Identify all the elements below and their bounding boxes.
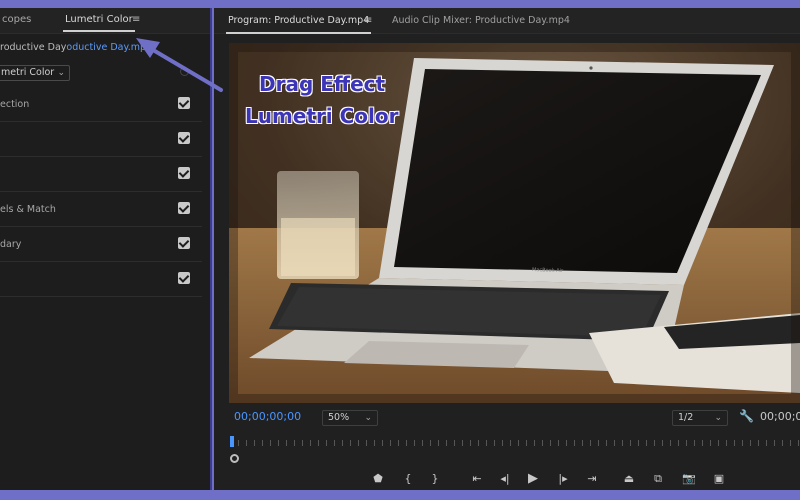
section-label: dary [0, 239, 22, 250]
section-label: ection [0, 99, 30, 110]
duration-timecode: 00;00;0 [760, 410, 800, 423]
section-color-wheels-match[interactable]: els & Match [0, 192, 202, 227]
program-tab-bar: Program: Productive Day.mp4 ≡ Audio Clip… [214, 8, 800, 34]
resolution-select[interactable]: 1/2 ⌄ [672, 410, 728, 426]
comparison-view-icon[interactable]: ▣ [709, 470, 729, 488]
section-checkbox[interactable] [178, 97, 190, 109]
program-menu-icon[interactable]: ≡ [364, 15, 372, 26]
overlay-caption-line2: Lumetri Color [245, 104, 399, 128]
mark-in-icon[interactable]: { [398, 470, 418, 488]
section-checkbox[interactable] [178, 272, 190, 284]
time-ruler[interactable] [230, 436, 800, 450]
tab-scopes[interactable]: copes [2, 14, 31, 25]
overlay-caption-line1: Drag Effect [259, 72, 386, 96]
section-curves[interactable] [0, 157, 202, 192]
section-vignette[interactable] [0, 262, 202, 297]
video-image: MacBook Air [229, 43, 800, 403]
section-label: els & Match [0, 204, 56, 215]
play-icon[interactable]: ▶ [523, 470, 543, 488]
clip-prefix: roductive Day [0, 42, 67, 53]
extract-icon[interactable]: ⧉ [648, 470, 668, 488]
program-monitor: Program: Productive Day.mp4 ≡ Audio Clip… [214, 8, 800, 490]
clip-path: roductive Dayoductive Day.mp4) [0, 42, 156, 53]
tab-lumetri-color[interactable]: Lumetri Color [63, 14, 135, 32]
laptop-brand-label: MacBook Air [532, 267, 564, 274]
video-frame[interactable]: MacBook Air Drag Effect Lumetri Color [229, 43, 800, 403]
zoom-select[interactable]: 50% ⌄ [322, 410, 378, 426]
lumetri-panel: copes Lumetri Color ≡ roductive Dayoduct… [0, 8, 212, 490]
section-checkbox[interactable] [178, 132, 190, 144]
panel-menu-icon[interactable]: ≡ [132, 14, 140, 25]
section-checkbox[interactable] [178, 237, 190, 249]
step-back-icon[interactable]: ◂| [495, 470, 515, 488]
go-to-out-icon[interactable]: ⇥ [582, 470, 602, 488]
section-creative[interactable] [0, 122, 202, 157]
section-checkbox[interactable] [178, 202, 190, 214]
mark-out-icon[interactable]: } [425, 470, 445, 488]
effect-select-value: metri Color [1, 67, 55, 78]
lift-icon[interactable]: ⏏ [619, 470, 639, 488]
resolution-value: 1/2 [678, 412, 694, 423]
chevron-down-icon: ⌄ [364, 413, 372, 423]
tab-program[interactable]: Program: Productive Day.mp4 [225, 15, 372, 34]
section-checkbox[interactable] [178, 167, 190, 179]
effect-select[interactable]: metri Color ⌄ [0, 65, 70, 81]
go-to-in-icon[interactable]: ⇤ [467, 470, 487, 488]
playhead-handle[interactable] [230, 454, 239, 463]
clip-suffix: ) [152, 42, 156, 53]
section-hsl-secondary[interactable]: dary [0, 227, 202, 262]
playhead-marker[interactable] [230, 436, 234, 447]
left-tab-bar: copes Lumetri Color ≡ [0, 8, 210, 34]
section-basic-correction[interactable]: ection [0, 87, 202, 122]
chevron-down-icon: ⌄ [57, 68, 65, 78]
playhead-timecode[interactable]: 00;00;00;00 [234, 410, 301, 423]
fx-toggle-icon[interactable] [180, 67, 189, 76]
tab-audio-clip-mixer[interactable]: Audio Clip Mixer: Productive Day.mp4 [392, 15, 570, 26]
zoom-value: 50% [328, 412, 350, 423]
add-marker-icon[interactable]: ⬟ [368, 470, 388, 488]
premiere-screen: copes Lumetri Color ≡ roductive Dayoduct… [0, 0, 800, 500]
ruler-ticks [230, 440, 800, 446]
chevron-down-icon: ⌄ [714, 413, 722, 423]
export-frame-icon[interactable]: 📷 [679, 470, 699, 488]
wrench-icon[interactable]: 🔧 [739, 409, 754, 423]
clip-name-link[interactable]: oductive Day.mp4 [66, 42, 152, 53]
step-forward-icon[interactable]: |▸ [553, 470, 573, 488]
